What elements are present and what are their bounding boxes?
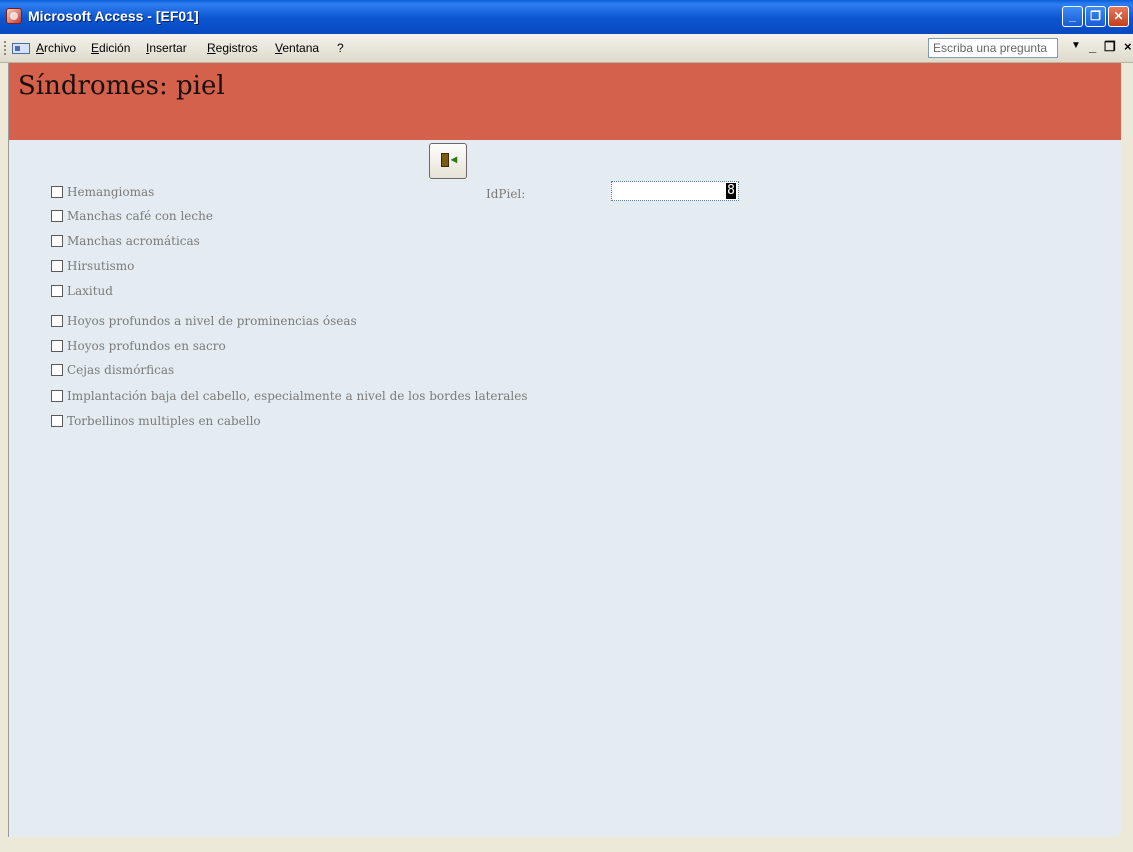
close-button[interactable]: ✕ xyxy=(1108,6,1129,27)
checkbox-hoyos-prominencias[interactable]: Hoyos profundos a nivel de prominencias … xyxy=(51,312,357,330)
menu-edicion[interactable]: Edición xyxy=(91,41,130,55)
checkbox-label: Hoyos profundos en sacro xyxy=(67,339,226,353)
menu-bar: Archivo Edición Insertar Registros Venta… xyxy=(0,34,1133,63)
checkbox-box[interactable] xyxy=(51,210,63,222)
checkbox-torbellinos[interactable]: Torbellinos multiples en cabello xyxy=(51,412,261,430)
idpiel-value: 8 xyxy=(726,183,736,199)
checkbox-label: Hemangiomas xyxy=(67,185,155,199)
checkbox-laxitud[interactable]: Laxitud xyxy=(51,282,113,300)
checkbox-box[interactable] xyxy=(51,315,63,327)
toolbar-grip-icon[interactable] xyxy=(4,41,10,55)
checkbox-box[interactable] xyxy=(51,260,63,272)
access-app-icon[interactable] xyxy=(6,8,22,24)
idpiel-field[interactable]: 8 xyxy=(611,181,739,201)
checkbox-manchas-cafe[interactable]: Manchas café con leche xyxy=(51,207,213,225)
checkbox-box[interactable] xyxy=(51,235,63,247)
menu-registros[interactable]: Registros xyxy=(207,41,258,55)
form-title: Síndromes: piel xyxy=(18,71,225,101)
checkbox-label: Torbellinos multiples en cabello xyxy=(67,414,261,428)
checkbox-box[interactable] xyxy=(51,340,63,352)
help-dropdown-arrow-icon[interactable]: ▼ xyxy=(1071,40,1081,51)
help-question-input[interactable] xyxy=(929,39,1057,57)
checkbox-box[interactable] xyxy=(51,364,63,376)
checkbox-manchas-acromaticas[interactable]: Manchas acromáticas xyxy=(51,232,200,250)
checkbox-cejas-dismorficas[interactable]: Cejas dismórficas xyxy=(51,361,174,379)
restore-button[interactable]: ❐ xyxy=(1085,6,1106,27)
checkbox-hirsutismo[interactable]: Hirsutismo xyxy=(51,257,134,275)
form-header: Síndromes: piel xyxy=(9,63,1121,140)
checkbox-box[interactable] xyxy=(51,390,63,402)
form-window-icon[interactable] xyxy=(12,43,30,54)
minimize-button[interactable]: _ xyxy=(1062,6,1083,27)
checkbox-box[interactable] xyxy=(51,186,63,198)
exit-door-icon xyxy=(441,153,449,167)
checkbox-label: Manchas acromáticas xyxy=(67,234,200,248)
help-question-box[interactable] xyxy=(928,38,1058,58)
checkbox-hemangiomas[interactable]: Hemangiomas xyxy=(51,183,154,201)
menu-help[interactable]: ? xyxy=(337,41,344,55)
mdi-restore-icon[interactable]: ❐ xyxy=(1104,39,1116,55)
checkbox-label: Cejas dismórficas xyxy=(67,363,175,377)
menu-insertar[interactable]: Insertar xyxy=(146,41,187,55)
checkbox-box[interactable] xyxy=(51,415,63,427)
checkbox-box[interactable] xyxy=(51,285,63,297)
checkbox-label: Hirsutismo xyxy=(67,259,135,273)
checkbox-label: Implantación baja del cabello, especialm… xyxy=(67,389,528,403)
exit-button[interactable]: ◂ xyxy=(429,143,467,179)
menu-archivo[interactable]: Archivo xyxy=(36,41,76,55)
checkbox-label: Manchas café con leche xyxy=(67,209,213,223)
idpiel-label: IdPiel: xyxy=(486,187,526,201)
window-title: Microsoft Access - [EF01] xyxy=(28,8,199,24)
mdi-close-icon[interactable]: × xyxy=(1124,39,1132,54)
checkbox-label: Hoyos profundos a nivel de prominencias … xyxy=(67,314,357,328)
checkbox-label: Laxitud xyxy=(67,284,113,298)
checkbox-hoyos-sacro[interactable]: Hoyos profundos en sacro xyxy=(51,337,226,355)
menu-ventana[interactable]: Ventana xyxy=(275,41,319,55)
title-bar: Microsoft Access - [EF01] _ ❐ ✕ xyxy=(0,0,1133,34)
mdi-minimize-icon[interactable]: _ xyxy=(1089,39,1096,54)
checkbox-implantacion-baja[interactable]: Implantación baja del cabello, especialm… xyxy=(51,387,528,405)
form-window: Síndromes: piel ◂ Hemangiomas Manchas ca… xyxy=(8,63,1121,837)
exit-arrow-icon: ◂ xyxy=(451,152,458,166)
